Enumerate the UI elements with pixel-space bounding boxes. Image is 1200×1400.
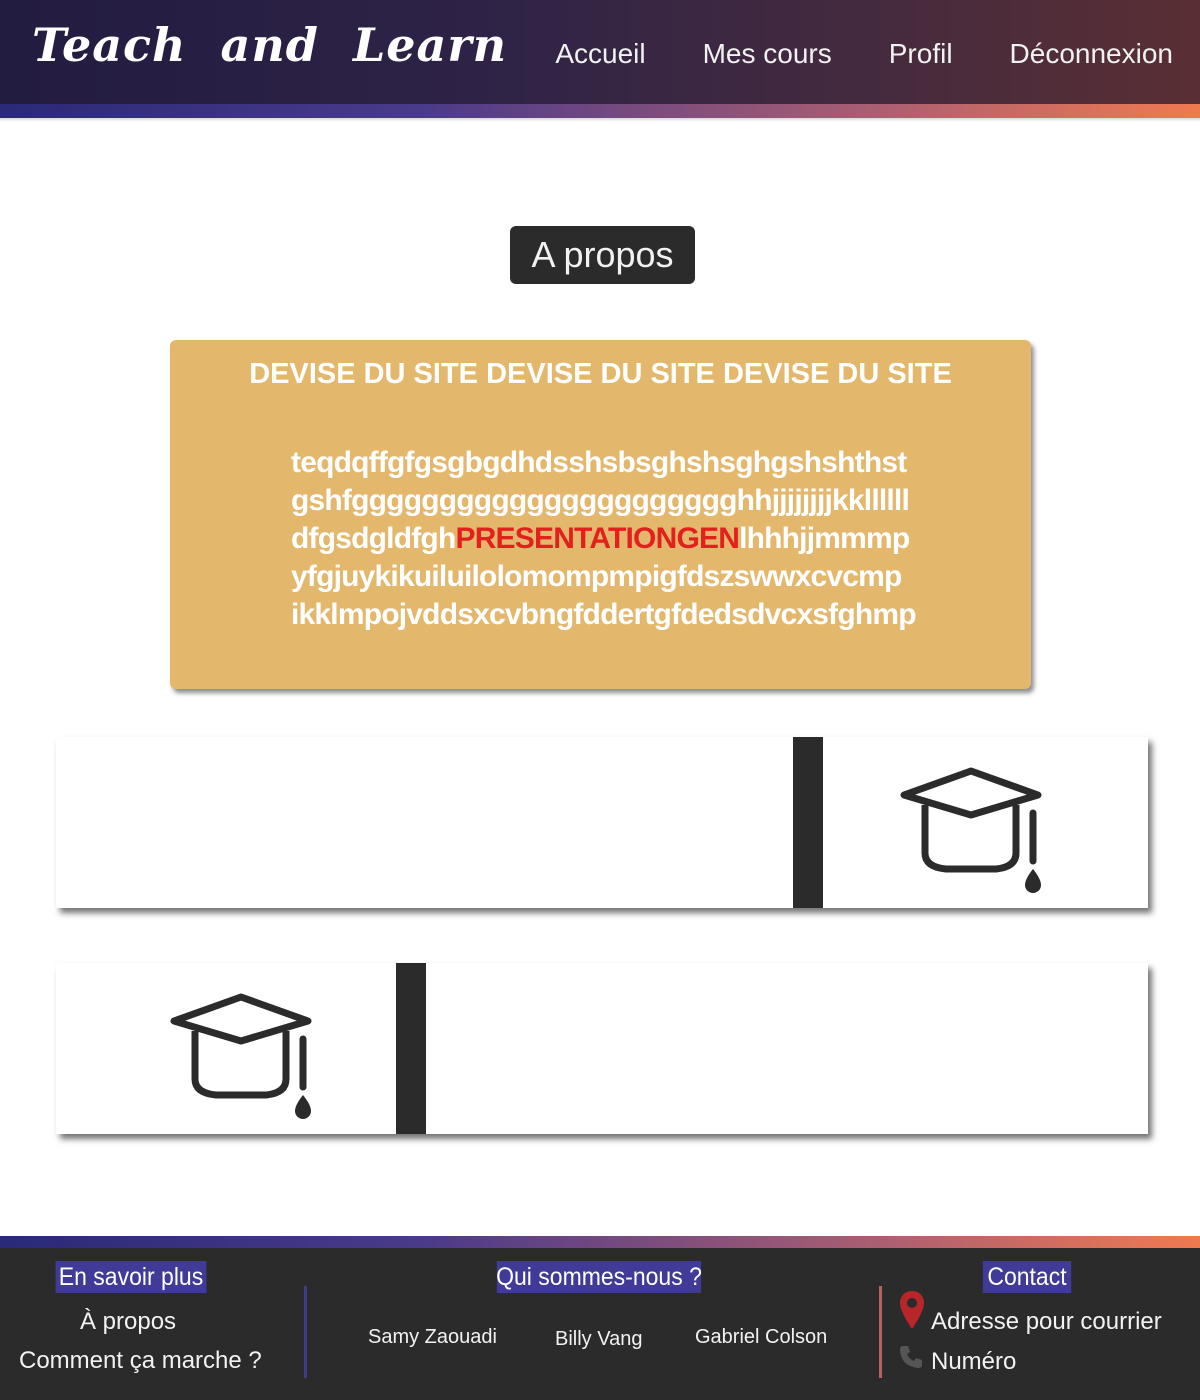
footer-heading-contact: Contact (982, 1261, 1072, 1293)
feature-card (56, 963, 1148, 1134)
map-pin-icon (900, 1291, 924, 1329)
footer-link-about[interactable]: À propos (80, 1308, 176, 1336)
nav-deconnexion[interactable]: Déconnexion (1010, 38, 1173, 70)
motto-line: ikklmpojvddsxcvbngfddertgfdedsdvcxsfghmp (291, 598, 917, 631)
header-gradient-bar (0, 104, 1200, 118)
main-nav: Accueil Mes cours Profil Déconnexion (498, 38, 1173, 70)
motto-text: teqdqffgfgsgbgdhdsshsbsghshsghgshshthst … (291, 444, 971, 634)
motto-line: yfgjuykikuiluilolomompmpigfdszswwxcvcmp (291, 560, 902, 593)
graduation-cap-icon (900, 767, 1042, 893)
nav-profil[interactable]: Profil (889, 38, 953, 70)
motto-heading: DEVISE DU SITE DEVISE DU SITE DEVISE DU … (249, 358, 952, 390)
contact-phone: Numéro (931, 1348, 1017, 1375)
motto-highlight: PRESENTATIONGEN (455, 522, 740, 555)
contact-address: Adresse pour courrier (931, 1308, 1162, 1335)
footer-divider (879, 1286, 882, 1378)
site-logo[interactable]: Teach and Learn (32, 18, 507, 72)
footer-heading-learn-more: En savoir plus (55, 1261, 207, 1293)
card-divider-bar (396, 963, 426, 1134)
team-member-name: Gabriel Colson (695, 1326, 828, 1348)
motto-line-segment: lhhhjjmmmp (739, 522, 910, 555)
site-footer: En savoir plus À propos Comment ça march… (0, 1248, 1200, 1400)
footer-heading-who-we-are: Qui sommes-nous ? (496, 1261, 702, 1293)
nav-accueil[interactable]: Accueil (555, 38, 645, 70)
site-header: Teach and Learn Accueil Mes cours Profil… (0, 0, 1200, 104)
motto-line: dfgsdgldfghPRESENTATIONGENlhhhjjmmmp (291, 520, 971, 558)
team-member-name: Billy Vang (555, 1328, 643, 1350)
header-shadow (0, 118, 1200, 122)
motto-line-segment: dfgsdgldfgh (291, 522, 456, 555)
motto-line: gshfgggggggggggggggggggggghhjjjjjjjjkkll… (291, 484, 910, 517)
page-title: A propos (510, 226, 695, 284)
phone-icon (900, 1346, 922, 1368)
graduation-cap-icon (170, 993, 312, 1119)
footer-divider (304, 1286, 307, 1378)
feature-card (56, 737, 1148, 908)
motto-line: teqdqffgfgsgbgdhdsshsbsghshsghgshshthst (291, 446, 907, 479)
footer-link-how-it-works[interactable]: Comment ça marche ? (19, 1347, 262, 1375)
team-member-name: Samy Zaouadi (368, 1326, 497, 1348)
nav-mes-cours[interactable]: Mes cours (703, 38, 832, 70)
motto-box: DEVISE DU SITE DEVISE DU SITE DEVISE DU … (170, 340, 1031, 689)
footer-gradient-bar (0, 1236, 1200, 1248)
card-divider-bar (793, 737, 823, 908)
